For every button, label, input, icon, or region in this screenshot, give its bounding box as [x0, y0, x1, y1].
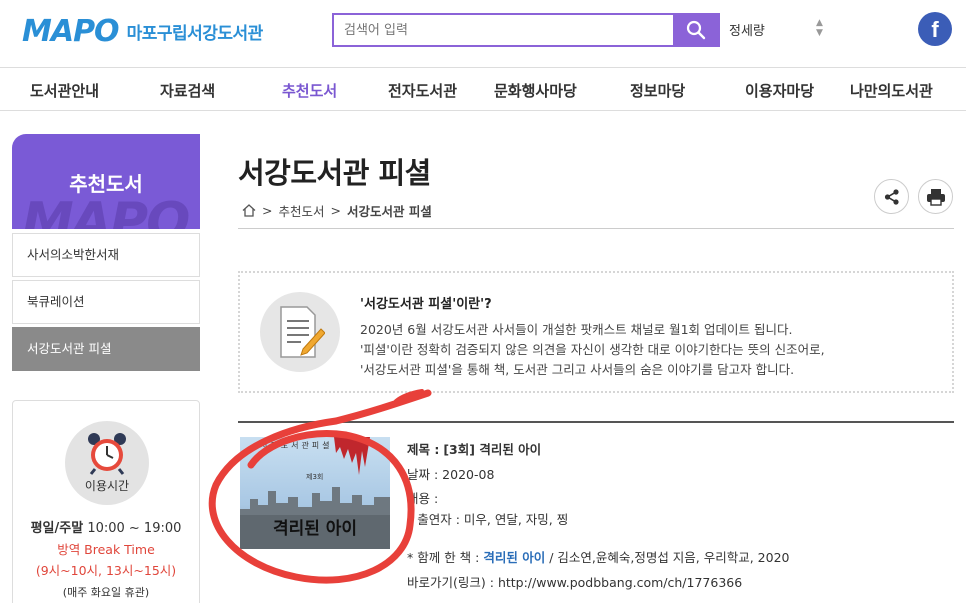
episode-date-label: 날짜 : [407, 467, 439, 482]
intro-box: '서강도서관 피셜'이란'? 2020년 6월 서강도서관 사서들이 개설한 팟… [238, 271, 954, 393]
breadcrumb-separator: > [330, 203, 341, 218]
weekday-time: 10:00 ~ 19:00 [87, 521, 182, 536]
title-divider [238, 228, 954, 229]
break-time-value: (9시~10시, 13시~15시) [35, 563, 177, 578]
printer-icon [926, 188, 945, 206]
print-button[interactable] [918, 179, 953, 214]
sidebar-title: 추천도서 [69, 172, 143, 196]
breadcrumb-separator: > [262, 203, 273, 218]
podcast-link[interactable]: http://www.podbbang.com/ch/1776366 [498, 575, 742, 590]
cover-red-drip-art [334, 437, 370, 475]
logo-mark: MAPO [22, 14, 120, 49]
facebook-icon[interactable]: f [918, 12, 952, 46]
cover-series-text: 서강도서관피셜 [260, 441, 333, 450]
home-icon[interactable] [242, 204, 256, 217]
site-logo[interactable]: MAPO 마포구립서강도서관 [22, 14, 263, 49]
book-details: / 김소연,윤혜숙,정명섭 지음, 우리학교, 2020 [549, 550, 790, 565]
closed-day: (매주 화요일 휴관) [62, 586, 150, 599]
breadcrumb: > 추천도서 > 서강도서관 피셜 [242, 201, 432, 220]
share-button[interactable] [874, 179, 909, 214]
search-box [332, 13, 720, 47]
book-title-link[interactable]: 격리된 아이 [483, 550, 545, 565]
episode-title-label: 제목 : [407, 442, 440, 457]
intro-badge [260, 292, 340, 372]
nav-item-my-library[interactable]: 나만의도서관 [850, 80, 933, 101]
opening-hours-box: 이용시간 평일/주말 10:00 ~ 19:00 방역 Break Time (… [12, 400, 200, 603]
episode-date-row: 날짜 : 2020-08 [407, 464, 494, 483]
site-header: MAPO 마포구립서강도서관 정세량 ▲▼ f [0, 0, 966, 68]
cover-title-text: 격리된 아이 [272, 519, 358, 539]
episode-title-row: 제목 : [3회] 격리된 아이 [407, 439, 541, 458]
list-divider [238, 421, 954, 423]
intro-line: 2020년 6월 서강도서관 사서들이 개설한 팟캐스트 채널로 월1회 업데이… [360, 322, 793, 337]
weekday-label: 평일/주말 [30, 521, 84, 536]
search-input[interactable] [334, 15, 673, 45]
alarm-clock-icon [88, 433, 126, 475]
weekday-hours: 평일/주말 10:00 ~ 19:00 [13, 517, 199, 536]
episode-content-label: 내용 : [407, 491, 439, 506]
sidebar-item-library-official[interactable]: 서강도서관 피셜 [12, 327, 200, 371]
share-icon [884, 188, 899, 205]
sidebar-item-book-curation[interactable]: 북큐레이션 [12, 280, 200, 324]
sort-select[interactable]: 정세량 [729, 20, 765, 39]
document-pencil-icon [280, 306, 325, 358]
breadcrumb-item[interactable]: 추천도서 [278, 201, 324, 220]
episode-link-row: 바로가기(링크) : http://www.podbbang.com/ch/17… [407, 572, 742, 591]
sidebar-hero: MAPO 추천도서 [12, 134, 200, 229]
nav-item-e-library[interactable]: 전자도서관 [388, 80, 457, 101]
nav-item-events[interactable]: 문화행사마당 [494, 80, 577, 101]
episode-date-value: 2020-08 [442, 467, 495, 482]
nav-item-search[interactable]: 자료검색 [160, 80, 215, 101]
episode-cover-image[interactable]: 서강도서관피셜 제3회 격리된 아이 [240, 437, 390, 549]
intro-title: '서강도서관 피셜'이란'? [360, 297, 492, 312]
episode-cast: * 출연자 : 미우, 연달, 자밍, 찡 [407, 512, 569, 527]
link-label: 바로가기(링크) : [407, 575, 494, 590]
nav-item-info[interactable]: 정보마당 [630, 80, 685, 101]
intro-line: '피셜'이란 정확히 검증되지 않은 의견을 자신이 생각한 대로 이야기한다는… [360, 342, 825, 357]
intro-line: '서강도서관 피셜'을 통해 책, 도서관 그리고 사서들의 숨은 이야기를 담… [360, 362, 795, 377]
search-button[interactable] [673, 15, 718, 45]
breadcrumb-current: 서강도서관 피셜 [346, 204, 432, 219]
search-icon [686, 20, 705, 40]
episode-book-row: * 함께 한 책 : 격리된 아이 / 김소연,윤혜숙,정명섭 지음, 우리학교… [407, 547, 790, 566]
nav-item-library-info[interactable]: 도서관안내 [30, 80, 99, 101]
sort-arrows-icon[interactable]: ▲ ▼ [816, 18, 823, 38]
main-nav: 도서관안내 자료검색 추천도서 전자도서관 문화행사마당 정보마당 이용자마당 … [0, 69, 966, 111]
hero-watermark: MAPO [22, 192, 190, 229]
episode-title-value[interactable]: [3회] 격리된 아이 [443, 442, 541, 457]
nav-item-recommended[interactable]: 추천도서 [282, 80, 337, 101]
break-time-label: 방역 Break Time [57, 542, 155, 557]
book-prefix: * 함께 한 책 : [407, 550, 480, 565]
sidebar-item-librarian-shelf[interactable]: 사서의소박한서재 [12, 233, 200, 277]
nav-item-users[interactable]: 이용자마당 [745, 80, 814, 101]
hours-badge: 이용시간 [65, 421, 149, 505]
page-title: 서강도서관 피셜 [238, 156, 431, 190]
hours-label: 이용시간 [84, 479, 130, 493]
logo-text: 마포구립서강도서관 [126, 24, 264, 44]
